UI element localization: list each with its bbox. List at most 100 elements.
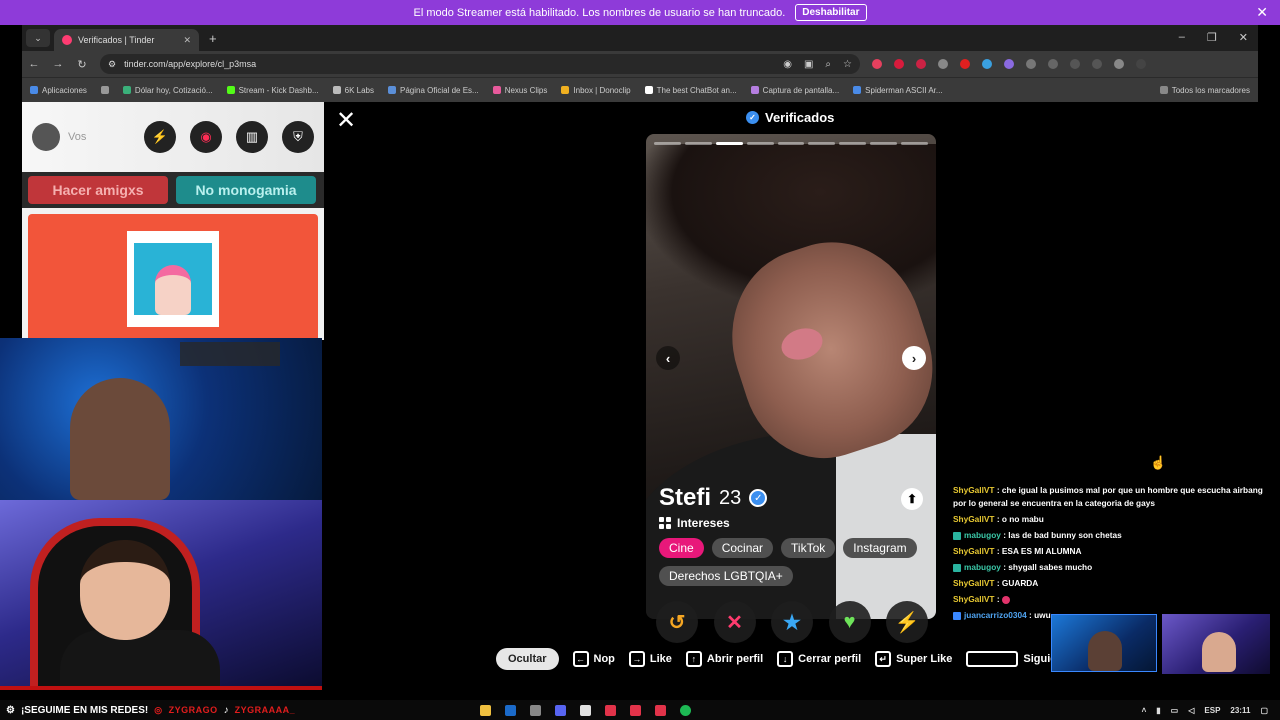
spotify-icon[interactable] [680,704,691,716]
interest-chip: Instagram [843,538,917,558]
bookmark-favicon-icon [644,86,653,94]
browser-tab[interactable]: Verificados | Tinder ✕ [54,29,199,51]
clock[interactable]: 23:11 [1230,706,1250,715]
bookmark-item[interactable]: Spiderman ASCII Ar... [853,86,943,95]
microphone-icon[interactable]: ▮ [1156,706,1160,715]
bookmark-item[interactable]: 6K Labs [332,86,374,95]
bookmark-item[interactable]: Dólar hoy, Cotizació... [122,86,213,95]
swipe-actions: ↺ ✕ ★ ♥ ⚡ [656,601,928,643]
close-icon[interactable]: ✕ [334,106,358,135]
follow-text: ¡SEGUIME EN MIS REDES! [20,704,149,716]
close-icon[interactable]: ✕ [1256,4,1268,21]
explore-icon[interactable]: ◉ [190,121,222,153]
super-like-icon[interactable]: ★ [771,601,813,643]
verified-badge-icon: ✓ [746,111,759,124]
all-bookmarks[interactable]: Todos los marcadores [1159,86,1250,95]
bookmark-item[interactable]: Stream - Kick Dashb... [226,86,319,95]
bookmark-item[interactable]: Captura de pantalla... [750,86,839,95]
verified-badge-icon: ✓ [749,489,768,507]
file-explorer-icon[interactable] [480,704,491,716]
address-bar[interactable]: ⚙ tinder.com/app/explore/cl_p3msa ◉ ▣ ⌕ … [100,54,860,74]
language-indicator[interactable]: ESP [1204,706,1220,715]
restore-icon[interactable]: ❐ [1207,31,1217,44]
extension-icon[interactable] [1004,59,1014,69]
open-profile-icon[interactable]: ⬆ [901,488,923,510]
extension-icon[interactable] [938,59,948,69]
webcam-streamer [0,500,322,690]
photo-progress-segment [777,142,805,145]
category-hacer-amigxs[interactable]: Hacer amigxs [28,176,168,204]
interest-chips: Cine Cocinar TikTok Instagram Derechos L… [659,538,929,586]
avatar[interactable] [32,123,60,151]
arrow-left-key-icon: ← [572,651,589,667]
bookmark-item[interactable]: Nexus Clips [492,86,547,95]
site-info-icon[interactable]: ⚙ [108,59,116,70]
app-icon[interactable] [655,704,666,716]
chrome-icon[interactable] [580,704,591,716]
new-tab-icon[interactable]: + [209,31,217,46]
category-no-monogamia[interactable]: No monogamia [176,176,316,204]
bookmark-star-icon[interactable]: ☆ [843,59,852,70]
chevron-up-icon[interactable]: ˄ [1142,706,1147,715]
forward-icon[interactable]: → [52,58,64,70]
tab-close-icon[interactable]: ✕ [183,35,191,46]
disable-streamer-button[interactable]: Deshabilitar [795,4,867,21]
webcam-border [0,686,322,690]
discord-icon[interactable] [555,704,566,716]
tab-search-icon[interactable]: ⌄ [26,29,50,47]
boost-icon[interactable]: ⚡ [886,601,928,643]
briefcase-icon[interactable]: ▥ [236,121,268,153]
location-icon[interactable]: ◉ [783,59,792,70]
user-name[interactable]: Vos [68,131,86,143]
browser-chrome: ⌄ Verificados | Tinder ✕ + – ❐ ✕ ← → ↻ ⚙… [22,25,1258,102]
network-icon[interactable]: ▭ [1171,706,1179,715]
extension-icon[interactable] [1026,59,1036,69]
shield-icon[interactable]: ⛨ [282,121,314,153]
steam-icon[interactable] [505,704,516,716]
extension-icon[interactable] [960,59,970,69]
app-icon[interactable] [605,704,616,716]
rewind-icon[interactable]: ↺ [656,601,698,643]
app-icon[interactable] [630,704,641,716]
minimize-icon[interactable]: – [1179,31,1185,44]
bookmark-item[interactable]: The best ChatBot an... [644,86,737,95]
zoom-icon[interactable]: ⌕ [825,59,831,70]
reload-icon[interactable]: ↻ [76,58,88,71]
install-icon[interactable]: ▣ [804,59,813,70]
address-row: ← → ↻ ⚙ tinder.com/app/explore/cl_p3msa … [22,51,1258,77]
menu-icon[interactable] [1136,59,1146,69]
hide-shortcuts-button[interactable]: Ocultar [496,648,559,670]
extension-icon[interactable] [916,59,926,69]
profile-avatar-icon[interactable] [1114,59,1124,69]
extension-icon[interactable] [894,59,904,69]
nope-icon[interactable]: ✕ [713,601,756,643]
media-icon[interactable] [1092,59,1102,69]
shortcut-close-profile: ↓ Cerrar perfil [777,651,861,667]
bookmark-item[interactable] [100,86,109,94]
extensions-puzzle-icon[interactable] [1048,59,1058,69]
category-card[interactable] [28,214,318,344]
boost-icon[interactable]: ⚡ [144,121,176,153]
interest-chip: Derechos LGBTQIA+ [659,566,793,586]
prev-photo-icon[interactable]: ‹ [656,346,680,370]
extension-icon[interactable] [872,59,882,69]
enter-key-icon: ↵ [875,651,892,667]
download-icon[interactable] [1070,59,1080,69]
url-text: tinder.com/app/explore/cl_p3msa [124,59,257,69]
back-icon[interactable]: ← [28,58,40,70]
next-photo-icon[interactable]: › [902,346,926,370]
bookmark-item[interactable]: Inbox | Donoclip [561,86,631,95]
spacebar-key-icon [966,651,1019,667]
speaker-icon[interactable]: ◁ [1188,706,1194,715]
app-icon[interactable] [530,704,541,716]
profile-card[interactable]: ‹ › Stefi 23 ✓ ⬆ Intereses Cine Cocinar … [646,134,936,619]
bookmark-favicon-icon [492,86,501,94]
omnibox-actions: ◉ ▣ ⌕ ☆ [783,59,852,70]
like-heart-icon[interactable]: ♥ [828,601,871,643]
notifications-icon[interactable]: ▢ [1260,706,1268,715]
extension-icon[interactable] [982,59,992,69]
window-close-icon[interactable]: ✕ [1239,31,1248,44]
taskbar [480,704,691,716]
bookmark-item[interactable]: Página Oficial de Es... [387,86,479,95]
bookmark-item[interactable]: Aplicaciones [30,86,87,95]
